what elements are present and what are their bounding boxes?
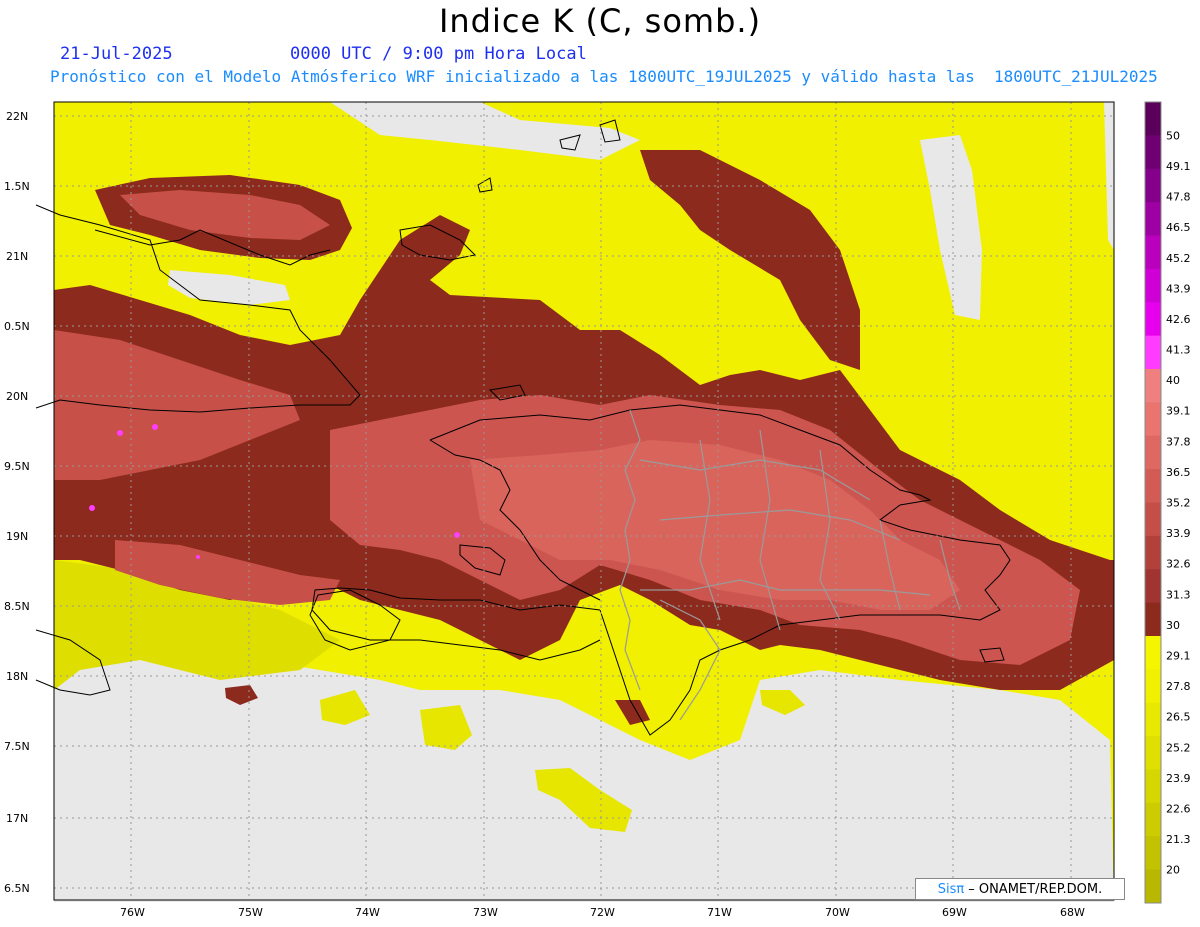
lon-label: 75W	[238, 906, 263, 919]
colorbar-label: 50	[1166, 129, 1180, 142]
colorbar-swatch	[1145, 435, 1161, 470]
map-title: Indice K (C, somb.)	[438, 2, 762, 40]
colorbar-swatch	[1145, 335, 1161, 370]
colorbar-label: 45.2	[1166, 252, 1191, 265]
colorbar-swatch	[1145, 369, 1161, 403]
colorbar-swatch	[1145, 669, 1161, 704]
colorbar-label: 30	[1166, 619, 1180, 632]
lon-label: 74W	[355, 906, 380, 919]
colorbar-swatch	[1145, 569, 1161, 604]
colorbar-swatch	[1145, 502, 1161, 537]
colorbar-swatch	[1145, 769, 1161, 804]
lat-label: 20N	[6, 390, 28, 403]
colorbar-label: 49.1	[1166, 160, 1191, 173]
lat-label: 7.5N	[4, 740, 30, 753]
colorbar-swatch	[1145, 135, 1161, 170]
lat-label: 21N	[6, 250, 28, 263]
colorbar-swatch	[1145, 402, 1161, 437]
colorbar-label: 26.5	[1166, 711, 1191, 724]
k-magenta-speck-2	[152, 424, 158, 430]
colorbar-label: 40	[1166, 374, 1180, 387]
lon-label: 76W	[120, 906, 145, 919]
colorbar-label: 37.8	[1166, 435, 1191, 448]
k-magenta-speck-4	[454, 532, 460, 538]
lat-label: 8.5N	[4, 600, 30, 613]
credit-org: – ONAMET/REP.DOM.	[968, 881, 1103, 897]
colorbar-label: 35.2	[1166, 497, 1191, 510]
colorbar-swatch	[1145, 702, 1161, 737]
colorbar-label: 41.3	[1166, 344, 1191, 357]
colorbar-label: 29.1	[1166, 649, 1191, 662]
lat-label: 0.5N	[4, 320, 30, 333]
lat-label: 19N	[6, 530, 28, 543]
colorbar-swatch	[1145, 102, 1161, 136]
lon-label: 71W	[707, 906, 732, 919]
lon-label: 68W	[1060, 906, 1085, 919]
lat-label: 9.5N	[4, 460, 30, 473]
credit-sis: Sisπ	[937, 881, 965, 897]
colorbar-swatch	[1145, 535, 1161, 570]
lon-label: 73W	[473, 906, 498, 919]
colorbar-swatch	[1145, 636, 1161, 670]
colorbar-swatch	[1145, 268, 1161, 303]
credit-box: Sisπ – ONAMET/REP.DOM.	[915, 878, 1125, 900]
k-magenta-speck-1	[117, 430, 123, 436]
colorbar-label: 32.6	[1166, 558, 1191, 571]
colorbar-label: 46.5	[1166, 221, 1191, 234]
colorbar-label: 20	[1166, 864, 1180, 877]
colorbar-label: 47.8	[1166, 191, 1191, 204]
valid-time: 0000 UTC / 9:00 pm Hora Local	[290, 44, 587, 64]
colorbar-label: 39.1	[1166, 405, 1191, 418]
lat-label: 1.5N	[4, 180, 30, 193]
lat-label: 18N	[6, 670, 28, 683]
colorbar-label: 42.6	[1166, 313, 1191, 326]
lon-axis: 76W 75W 74W 73W 72W 71W 70W 69W 68W	[120, 906, 1085, 919]
colorbar: 50 49.1 47.8 46.5 45.2 43.9 42.6 41.3 40 39.1 37.8…	[1144, 101, 1191, 904]
colorbar-label: 36.5	[1166, 466, 1191, 479]
colorbar-label: 33.9	[1166, 527, 1191, 540]
colorbar-swatch	[1145, 202, 1161, 236]
k-index-map: 22N 1.5N 21N 0.5N 20N 9.5N 19N 8.5N 18N …	[4, 101, 1191, 919]
colorbar-label: 22.6	[1166, 802, 1191, 815]
colorbar-swatch	[1145, 736, 1161, 770]
k-magenta-speck-3	[89, 505, 95, 511]
colorbar-swatch	[1145, 469, 1161, 503]
colorbar-swatch	[1145, 235, 1161, 270]
lat-axis: 22N 1.5N 21N 0.5N 20N 9.5N 19N 8.5N 18N …	[4, 110, 30, 895]
lat-label: 17N	[6, 812, 28, 825]
colorbar-swatch	[1145, 602, 1161, 637]
colorbar-swatch	[1145, 302, 1161, 337]
colorbar-label: 25.2	[1166, 741, 1191, 754]
colorbar-label: 21.3	[1166, 833, 1191, 846]
colorbar-label: 31.3	[1166, 588, 1191, 601]
lat-label: 6.5N	[4, 882, 30, 895]
colorbar-swatch	[1145, 869, 1161, 904]
colorbar-label: 23.9	[1166, 772, 1191, 785]
lat-label: 22N	[6, 110, 28, 123]
colorbar-swatch	[1145, 168, 1161, 203]
valid-date: 21-Jul-2025	[60, 44, 173, 64]
lon-label: 69W	[942, 906, 967, 919]
colorbar-swatch	[1145, 802, 1161, 837]
colorbar-label: 43.9	[1166, 282, 1191, 295]
model-subtitle: Pronóstico con el Modelo Atmósferico WRF…	[50, 67, 1158, 86]
lon-label: 72W	[590, 906, 615, 919]
lon-label: 70W	[825, 906, 850, 919]
k-magenta-speck-5	[196, 555, 200, 559]
colorbar-label: 27.8	[1166, 680, 1191, 693]
colorbar-swatch	[1145, 836, 1161, 871]
